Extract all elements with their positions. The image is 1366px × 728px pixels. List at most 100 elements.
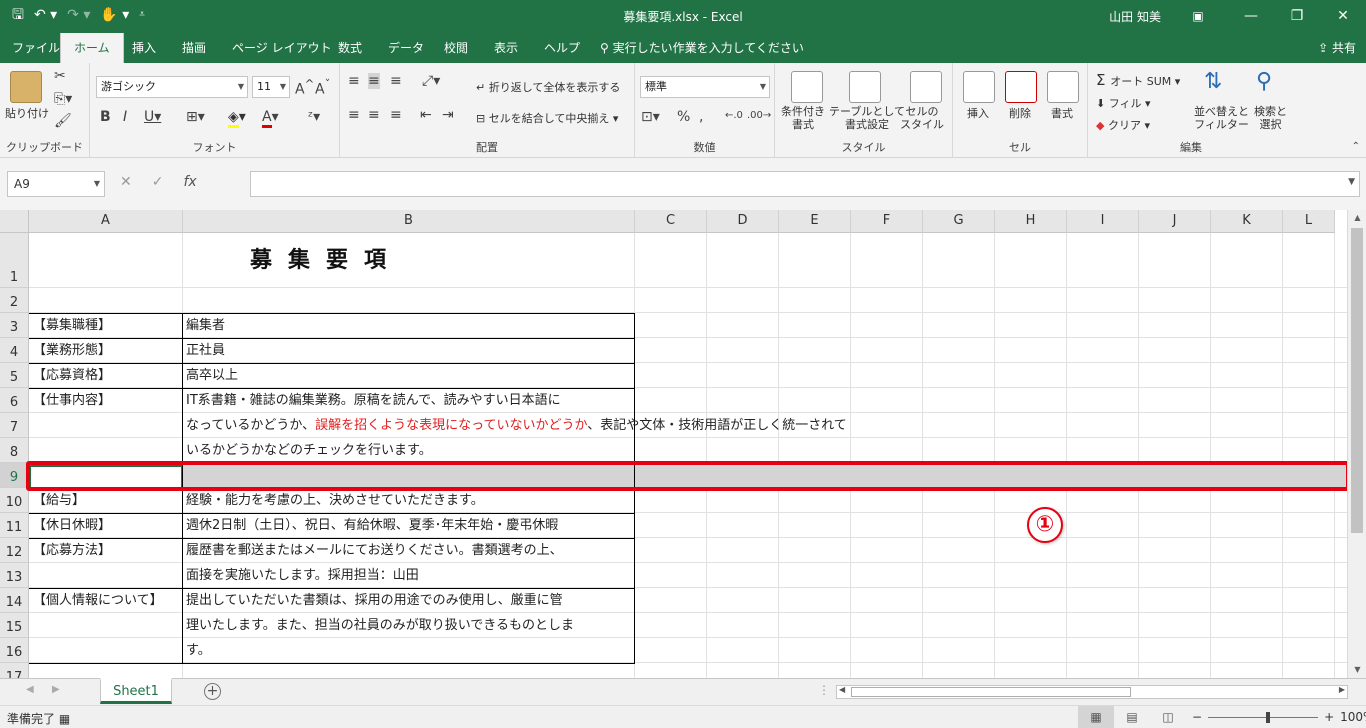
scroll-down-icon[interactable]: ▼ bbox=[1348, 662, 1366, 678]
font-grow-icon[interactable]: A^ bbox=[295, 77, 314, 98]
normal-view-icon[interactable]: ▦ bbox=[1078, 706, 1114, 728]
cell-a6[interactable]: 【仕事内容】 bbox=[30, 389, 111, 413]
column-header-h[interactable]: H bbox=[995, 210, 1067, 233]
zoom-slider-knob[interactable] bbox=[1266, 711, 1271, 723]
collapse-ribbon-icon[interactable]: ⌃ bbox=[1352, 141, 1360, 152]
cell-a3[interactable]: 【募集職種】 bbox=[30, 314, 111, 338]
font-shrink-icon[interactable]: Aˇ bbox=[315, 77, 330, 98]
minimize-icon[interactable]: — bbox=[1228, 0, 1274, 33]
format-painter-icon[interactable]: 🖌 bbox=[54, 113, 72, 129]
vertical-scroll-thumb[interactable] bbox=[1351, 228, 1363, 533]
restore-icon[interactable]: ❐ bbox=[1274, 0, 1320, 33]
cell-a14[interactable]: 【個人情報について】 bbox=[30, 589, 163, 613]
cell-styles-icon[interactable] bbox=[910, 71, 942, 103]
tab-data[interactable]: データ bbox=[386, 33, 426, 63]
vertical-scrollbar[interactable]: ▲ ▼ bbox=[1347, 210, 1366, 678]
tab-page-layout[interactable]: ページ レイアウト bbox=[230, 33, 334, 63]
italic-icon[interactable]: I bbox=[123, 109, 127, 125]
decrease-indent-icon[interactable]: ⇤ bbox=[420, 107, 432, 123]
cell-b15[interactable]: 理いたします。また、担当の社員のみが取り扱いできるものとしま bbox=[183, 614, 574, 638]
tab-insert[interactable]: 挿入 bbox=[130, 33, 158, 63]
zoom-in-icon[interactable]: + bbox=[1324, 710, 1334, 724]
row-header-4[interactable]: 4 bbox=[0, 338, 29, 363]
format-as-table-icon[interactable] bbox=[849, 71, 881, 103]
format-as-table-button[interactable]: テーブルとして 書式設定 bbox=[829, 105, 905, 131]
conditional-format-button[interactable]: 条件付き 書式 bbox=[781, 105, 825, 131]
row-header-13[interactable]: 13 bbox=[0, 563, 29, 588]
tab-draw[interactable]: 描画 bbox=[180, 33, 208, 63]
paste-icon[interactable] bbox=[10, 71, 42, 103]
conditional-format-icon[interactable] bbox=[791, 71, 823, 103]
decrease-decimal-icon[interactable]: .00→ bbox=[747, 110, 771, 121]
tab-help[interactable]: ヘルプ bbox=[542, 33, 582, 63]
sheet-tab-sheet1[interactable]: Sheet1 bbox=[100, 678, 172, 704]
page-break-view-icon[interactable]: ◫ bbox=[1150, 706, 1186, 728]
cut-icon[interactable]: ✂ bbox=[54, 68, 66, 84]
row-header-2[interactable]: 2 bbox=[0, 288, 29, 313]
row-header-15[interactable]: 15 bbox=[0, 613, 29, 638]
insert-cells-button[interactable]: 挿入 bbox=[967, 105, 989, 121]
orientation-icon[interactable]: ⤢▾ bbox=[422, 73, 440, 89]
column-header-c[interactable]: C bbox=[635, 210, 707, 233]
delete-cells-icon[interactable] bbox=[1005, 71, 1037, 103]
row-header-11[interactable]: 11 bbox=[0, 513, 29, 538]
font-size-select[interactable]: 11 ▼ bbox=[252, 76, 290, 98]
tell-me-box[interactable]: ⚲ 実行したい作業を入力してください bbox=[600, 33, 804, 63]
scroll-right-icon[interactable]: ▶ bbox=[1339, 685, 1345, 694]
row-header-17[interactable]: 17 bbox=[0, 663, 29, 678]
cell-b10[interactable]: 経験・能力を考慮の上、決めさせていただきます。 bbox=[183, 489, 484, 513]
cell-styles-button[interactable]: セルの スタイル bbox=[900, 105, 944, 131]
find-select-icon[interactable]: ⚲ bbox=[1256, 69, 1272, 94]
zoom-slider[interactable] bbox=[1208, 711, 1319, 723]
row-header-5[interactable]: 5 bbox=[0, 363, 29, 388]
align-top-icon[interactable]: ≡ bbox=[348, 73, 360, 89]
insert-cells-icon[interactable] bbox=[963, 71, 995, 103]
align-left-icon[interactable]: ≡ bbox=[348, 107, 360, 123]
cell-a5[interactable]: 【応募資格】 bbox=[30, 364, 111, 388]
horizontal-scroll-thumb[interactable] bbox=[851, 687, 1131, 697]
zoom-level[interactable]: 100% bbox=[1340, 710, 1366, 724]
cell-b14[interactable]: 提出していただいた書類は、採用の用途でのみ使用し、厳重に管 bbox=[183, 589, 563, 613]
column-header-d[interactable]: D bbox=[707, 210, 779, 233]
format-cells-icon[interactable] bbox=[1047, 71, 1079, 103]
row-header-6[interactable]: 6 bbox=[0, 388, 29, 413]
font-color-icon[interactable]: A▾ bbox=[262, 109, 279, 128]
wrap-text-button[interactable]: ↵ 折り返して全体を表示する bbox=[476, 79, 620, 95]
cell-b4[interactable]: 正社員 bbox=[183, 339, 225, 363]
accounting-format-icon[interactable]: ⊡▾ bbox=[641, 109, 660, 125]
clear-button[interactable]: ◆ クリア ▾ bbox=[1096, 117, 1150, 133]
tab-view[interactable]: 表示 bbox=[492, 33, 520, 63]
delete-cells-button[interactable]: 削除 bbox=[1009, 105, 1031, 121]
align-bottom-icon[interactable]: ≡ bbox=[390, 73, 402, 89]
increase-decimal-icon[interactable]: ←.0 bbox=[725, 110, 743, 121]
page-layout-view-icon[interactable]: ▤ bbox=[1114, 706, 1150, 728]
tab-formulas[interactable]: 数式 bbox=[336, 33, 364, 63]
cell-b13[interactable]: 面接を実施いたします。採用担当：山田 bbox=[183, 564, 419, 588]
fill-color-icon[interactable]: ◈▾ bbox=[228, 109, 246, 128]
row-header-12[interactable]: 12 bbox=[0, 538, 29, 563]
column-header-f[interactable]: F bbox=[851, 210, 923, 233]
new-sheet-icon[interactable]: + bbox=[204, 683, 221, 700]
formula-input[interactable]: ▼ bbox=[250, 171, 1360, 197]
column-header-j[interactable]: J bbox=[1139, 210, 1211, 233]
enter-icon[interactable]: ✓ bbox=[152, 174, 164, 190]
comma-style-icon[interactable]: , bbox=[699, 109, 703, 125]
bold-icon[interactable]: B bbox=[100, 109, 111, 125]
phonetic-icon[interactable]: ᶻ▾ bbox=[308, 109, 320, 125]
copy-icon[interactable]: ⎘▾ bbox=[54, 91, 72, 107]
row-header-10[interactable]: 10 bbox=[0, 488, 29, 513]
column-header-a[interactable]: A bbox=[29, 210, 183, 233]
autosum-button[interactable]: Σ オート SUM ▾ bbox=[1096, 71, 1180, 89]
row-header-7[interactable]: 7 bbox=[0, 413, 29, 438]
cell-b16[interactable]: す。 bbox=[183, 639, 211, 663]
scroll-up-icon[interactable]: ▲ bbox=[1348, 210, 1366, 226]
macro-record-icon[interactable]: ▦ bbox=[59, 712, 70, 726]
number-format-select[interactable]: 標準 ▼ bbox=[640, 76, 770, 98]
percent-icon[interactable]: % bbox=[677, 109, 690, 125]
cell-b7[interactable]: なっているかどうか、誤解を招くような表現になっていないかどうか、表記や文体・技術… bbox=[183, 414, 847, 438]
sort-filter-icon[interactable]: ⇅ bbox=[1204, 69, 1222, 94]
tab-review[interactable]: 校閲 bbox=[442, 33, 470, 63]
name-box[interactable]: A9 ▼ bbox=[7, 171, 105, 197]
row-header-1[interactable]: 1 bbox=[0, 233, 29, 288]
column-header-k[interactable]: K bbox=[1211, 210, 1283, 233]
